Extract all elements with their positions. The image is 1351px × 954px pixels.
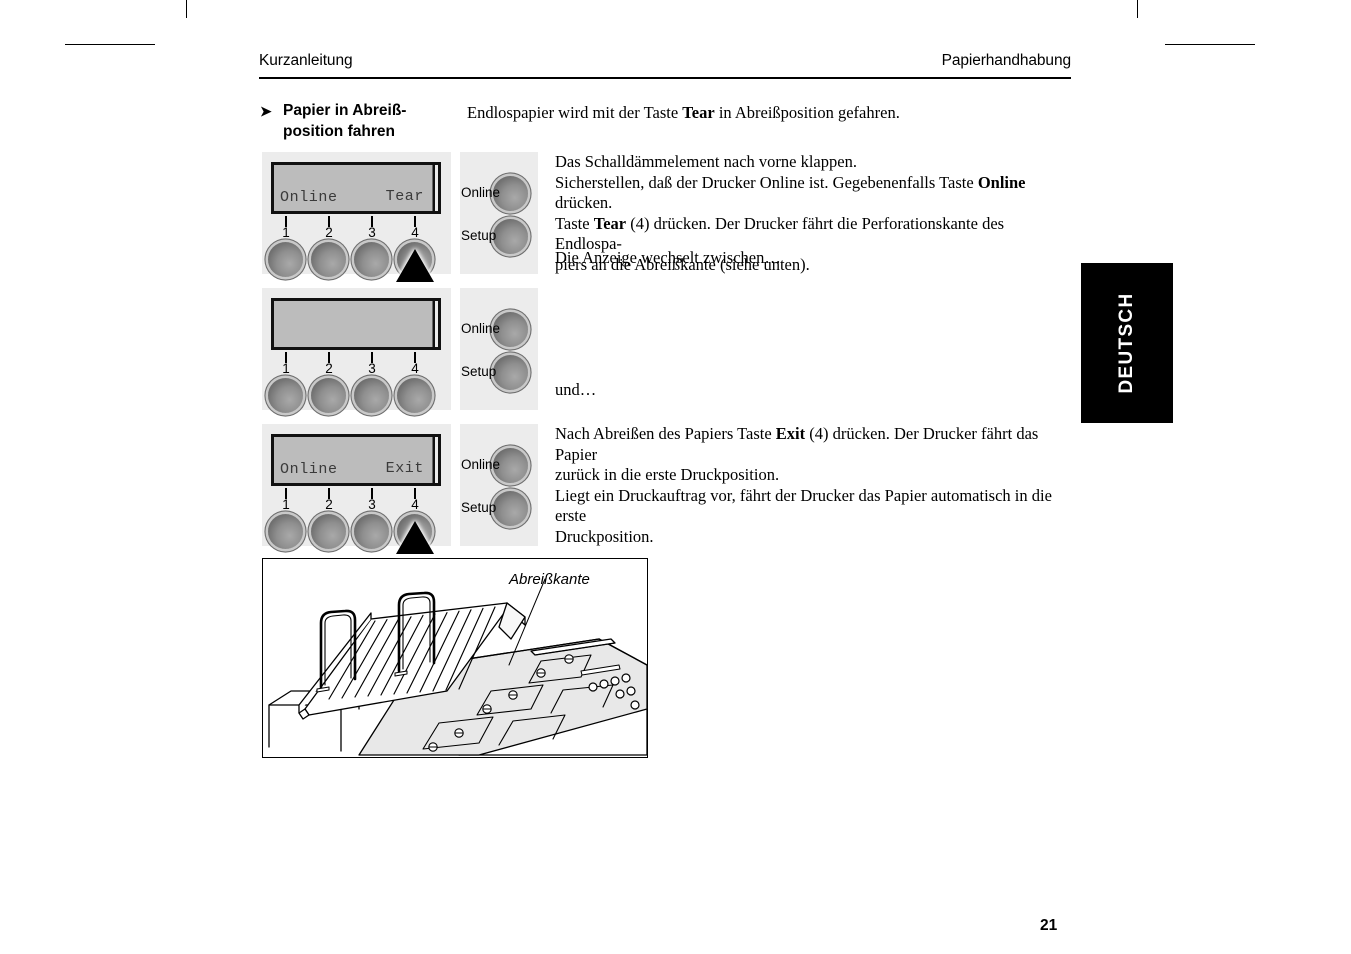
lcd-line-1-right: Trak1: [376, 209, 424, 211]
panel-button-1[interactable]: [268, 378, 303, 413]
crop-mark-top-right: [1137, 0, 1138, 18]
section-heading-line-2: position fahren: [283, 123, 395, 140]
lcd-line-1: Abreiss position: [280, 301, 424, 323]
section-heading-line-1: Papier in Abreiß-: [283, 102, 407, 119]
illustration-callout-label: Abreißkante: [509, 571, 590, 588]
button-number-2: 2: [325, 361, 333, 376]
panel-button-1[interactable]: [268, 514, 303, 549]
lcd-line-2-left: Trak1: [280, 344, 328, 347]
para4-line-2: zurück in die erste Druckposition.: [555, 465, 780, 484]
panel-body: Abreiss position Trak1 1 2 3 4: [262, 288, 451, 413]
lcd-display: Online Tear Exit: [271, 434, 441, 486]
intro-text-after: in Abreißposition gefahren.: [714, 103, 900, 122]
button-number-4: 4: [411, 361, 419, 376]
language-tab-label: DEUTSCH: [1116, 292, 1137, 394]
panel-button-2[interactable]: [311, 514, 346, 549]
lcd-line-1: Online Tear: [280, 437, 424, 478]
panel-button-3[interactable]: [354, 242, 389, 277]
section-heading: ➤ Papier in Abreiß- position fahren: [260, 100, 460, 142]
button-number-1: 1: [282, 225, 290, 240]
panel-button-4[interactable]: [397, 378, 432, 413]
control-panel-figure-1: Online Trak1 Tear 1 2 3 4 Online Setup: [262, 152, 538, 282]
panel-button-3[interactable]: [354, 514, 389, 549]
instructions-paragraph-2: Die Anzeige wechselt zwischen…: [555, 248, 781, 267]
key-exit: Exit: [775, 424, 806, 443]
panel-button-2[interactable]: [311, 378, 346, 413]
language-tab-deutsch: DEUTSCH: [1081, 263, 1173, 423]
trim-rule-left: [65, 44, 155, 45]
button-number-3: 3: [368, 361, 376, 376]
lcd-line-1-right: Tear: [386, 481, 424, 483]
lcd-line-2: Trak1: [280, 322, 424, 347]
button-number-3: 3: [368, 497, 376, 512]
key-tear: Tear: [593, 213, 627, 233]
control-panel-figure-2: Abreiss position Trak1 1 2 3 4 Online Se…: [262, 288, 538, 413]
key-online: Online: [977, 172, 1026, 192]
para4-line-1a: Nach Abreißen des Papiers Taste: [555, 424, 776, 443]
setup-button-label: Setup: [461, 364, 497, 379]
para4-line-3: Liegt ein Druckauftrag vor, fährt der Dr…: [555, 485, 1052, 526]
button-number-1: 1: [282, 497, 290, 512]
lcd-line-2: Exit: [385, 460, 424, 477]
button-number-3: 3: [368, 225, 376, 240]
intro-key-tear: Tear: [682, 103, 715, 122]
button-number-2: 2: [325, 225, 333, 240]
lcd-line-2: Tear: [385, 188, 424, 205]
para1-line-1: Das Schalldämmelement nach vorne klappen…: [555, 152, 857, 171]
panel-side-buttons: Online Setup: [460, 424, 538, 546]
panel-button-3[interactable]: [354, 378, 389, 413]
panel-button-1[interactable]: [268, 242, 303, 277]
page-number: 21: [1040, 917, 1058, 934]
button-number-2: 2: [325, 497, 333, 512]
crop-mark-top-left: [186, 0, 187, 18]
online-button-label: Online: [461, 457, 501, 472]
lcd-line-1: Online Trak1: [280, 165, 424, 206]
panel-body: Online Tear Exit 1 2 3 4: [262, 424, 451, 554]
header-left-title: Kurzanleitung: [259, 52, 353, 69]
para4-line-4: Druckposition.: [555, 526, 654, 546]
para1-line-3a: Taste: [555, 213, 594, 233]
panel-body: Online Trak1 Tear 1 2 3 4: [262, 152, 451, 282]
button-number-4: 4: [411, 225, 419, 240]
header-right-title: Papierhandhabung: [941, 52, 1072, 69]
panel-side-buttons: Online Setup: [460, 288, 538, 410]
running-header: Kurzanleitung Papierhandhabung: [259, 52, 1071, 82]
button-highlight-triangle-icon: [396, 249, 434, 282]
online-button-label: Online: [461, 321, 501, 336]
online-button-label: Online: [461, 185, 501, 200]
printer-illustration: Abreißkante: [262, 558, 648, 758]
instructions-paragraph-3: und…: [555, 380, 597, 399]
intro-text-before: Endlospapier wird mit der Taste: [467, 103, 683, 122]
button-number-1: 1: [282, 361, 290, 376]
para1-line-2b: drücken.: [555, 193, 613, 212]
intro-paragraph: Endlospapier wird mit der Taste Tear in …: [467, 102, 1067, 123]
control-panel-figure-3: Online Tear Exit 1 2 3 4 Online Setup: [262, 424, 538, 554]
setup-button-label: Setup: [461, 500, 497, 515]
panel-button-2[interactable]: [311, 242, 346, 277]
lcd-display: Online Trak1 Tear: [271, 162, 441, 214]
instructions-paragraph-4: Nach Abreißen des Papiers Taste Exit (4)…: [555, 424, 1080, 547]
button-highlight-triangle-icon: [396, 521, 434, 554]
para1-line-2a: Sicherstellen, daß der Drucker Online is…: [555, 172, 978, 192]
header-divider: [259, 77, 1071, 79]
setup-button-label: Setup: [461, 228, 497, 243]
printer-line-drawing-svg: [268, 578, 647, 756]
trim-rule-right: [1165, 44, 1255, 45]
button-number-4: 4: [411, 497, 419, 512]
lcd-display: Abreiss position Trak1: [271, 298, 441, 350]
panel-side-buttons: Online Setup: [460, 152, 538, 274]
arrow-right-icon: ➤: [260, 103, 272, 119]
